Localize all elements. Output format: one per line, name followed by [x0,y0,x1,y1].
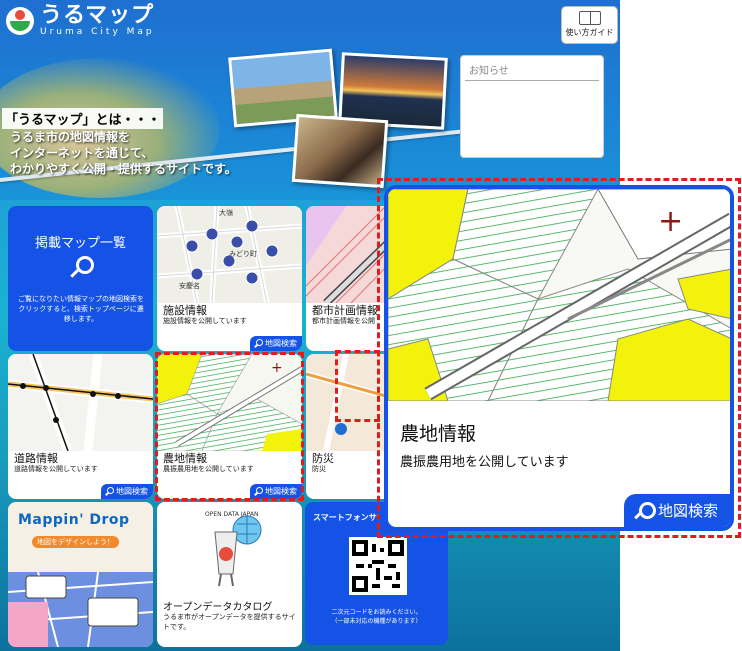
tile-description: 道路情報を公開しています [14,465,98,473]
mappin-drop-subtitle: 地図をデザインしよう！ [32,536,119,548]
intro-text: 「うるマップ」とは・・・ うるま市の地図情報を インターネットを通じて、 わかり… [2,108,237,177]
intro-line: わかりやすく公開・提供するサイトです。 [10,162,237,176]
tile-description: 施設情報を公開しています [163,317,247,325]
zoom-title: 農地情報 [400,423,477,445]
road-info-tile[interactable]: 道路情報 道路情報を公開しています 地図検索 [8,354,153,499]
map-list-tile[interactable]: 掲載マップ一覧 ご覧になりたい情報マップの地図検索をクリックすると、検索トップペ… [8,206,153,351]
map-search-label: 地図検索 [116,487,148,496]
map-list-title: 掲載マップ一覧 [34,236,126,251]
search-icon [70,256,94,278]
open-data-title: オープンデータカタログ [163,602,273,613]
tile-description: 都市計画情報を公開 [312,317,375,325]
search-icon [105,487,114,496]
usage-guide-label: 使い方ガイド [565,28,614,37]
place-label: 大嶺 [219,208,233,217]
tile-description: 防災 [312,465,326,473]
mappin-drop-tile[interactable]: Mappin' Drop 地図をデザインしよう！ [8,502,153,647]
logo-mark-icon [6,6,34,35]
book-icon [578,11,601,25]
search-icon [254,339,263,348]
place-label: 安慶名 [179,281,200,290]
farmland-map-enlarged: + [388,189,730,401]
site-logo[interactable]: うるマップ Uruma City Map [6,4,155,37]
farmland-tile-zoom-callout: + 農地情報 農振農用地を公開しています 地図検索 [377,178,741,538]
facility-map-thumbnail: 大嶺 みどり町 安慶名 [157,206,302,303]
intro-line: うるま市の地図情報を [10,130,131,144]
zoom-map-search-label: 地図検索 [657,502,718,520]
qr-code-note: 二次元コードをお読みください。 （一部未対応の機種があります） [331,609,422,625]
notice-title: お知らせ [465,56,599,81]
farmland-tile-highlight [155,352,304,501]
notice-panel: お知らせ [460,55,604,158]
open-data-catalog-tile[interactable]: OPEN DATA JAPAN オープンデータカタログ うるま市がオープンデータ… [157,502,302,647]
search-icon [634,501,656,520]
logo-title: うるマップ [40,3,155,28]
usage-guide-button[interactable]: 使い方ガイド [561,6,618,44]
qr-code-icon [349,537,407,595]
place-label: みどり町 [229,250,257,258]
mappin-drop-logo: Mappin' Drop [18,512,130,528]
map-search-label: 地図検索 [265,339,297,348]
smartphone-site-title: スマートフォンサ [313,513,377,522]
facility-info-tile[interactable]: 大嶺 みどり町 安慶名 施設情報 施設情報を公開しています 地図検索 [157,206,302,351]
map-search-button[interactable]: 地図検索 [250,336,302,351]
bullfight-photo [291,113,389,189]
map-list-description: ご覧になりたい情報マップの地図検索をクリックすると、検索トップページに遷移します… [18,295,144,323]
open-data-mascot: OPEN DATA JAPAN [157,502,302,598]
intro-line: インターネットを通じて、 [10,146,154,160]
road-map-thumbnail [8,354,153,451]
map-search-button[interactable]: 地図検索 [101,484,153,499]
svg-text:+: + [658,204,683,239]
zoom-map-search-button[interactable]: 地図検索 [623,494,730,527]
farmland-tile-enlarged[interactable]: + 農地情報 農振農用地を公開しています 地図検索 [384,185,734,531]
open-data-badge: OPEN DATA JAPAN [205,511,259,518]
zoom-description: 農振農用地を公開しています [400,455,569,470]
connector-highlight [335,350,380,422]
logo-subtitle: Uruma City Map [40,27,155,37]
open-data-description: うるま市がオープンデータを提供するサイトです。 [163,613,296,631]
intro-heading: 「うるマップ」とは・・・ [2,108,164,129]
